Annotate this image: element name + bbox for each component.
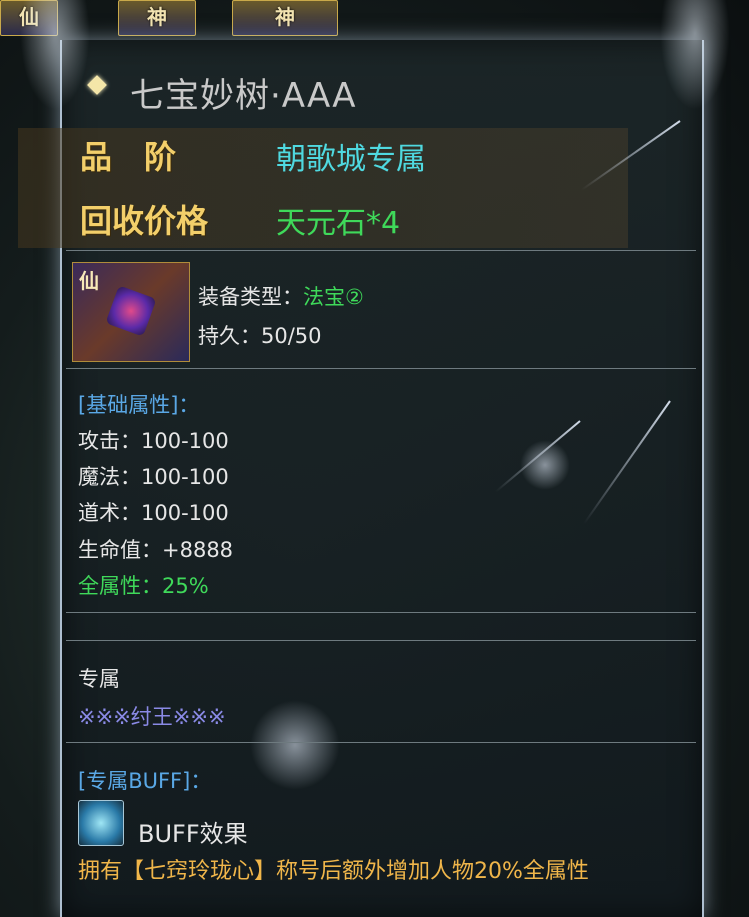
buff-header: [专属BUFF]：: [78, 769, 212, 793]
frame-dragon-right: [660, 0, 730, 110]
top-slot-2[interactable]: 神: [118, 0, 196, 36]
attr-row: 道术：100-100: [78, 501, 229, 525]
grade-value: 朝歌城专属: [276, 142, 426, 177]
item-icon-label: 仙: [79, 269, 99, 293]
durability: 持久：50/50: [198, 324, 322, 348]
light-glow: [250, 700, 340, 790]
attr-row: 攻击：100-100: [78, 429, 229, 453]
divider: [66, 250, 696, 251]
divider: [66, 612, 696, 613]
base-attrs-header: [基础属性]：: [78, 393, 200, 417]
divider: [66, 640, 696, 641]
recycle-value: 天元石*4: [276, 206, 401, 241]
attr-row: 生命值：+8888: [78, 538, 234, 562]
grade-label: 品 阶: [80, 138, 177, 176]
all-attr: 全属性：25%: [78, 574, 209, 598]
light-glow: [520, 440, 570, 490]
top-slot-3[interactable]: 神: [232, 0, 338, 36]
buff-name: BUFF效果: [138, 820, 248, 848]
item-icon: 仙: [72, 262, 190, 362]
recycle-label: 回收价格: [80, 202, 209, 240]
top-icon-strip: 仙 神 神: [0, 0, 749, 38]
buff-icon: [78, 800, 124, 846]
equip-type-value: 法宝②: [303, 285, 364, 309]
equip-type-label: 装备类型：: [198, 285, 303, 309]
top-slot-label: 神: [147, 5, 167, 29]
item-name: 七宝妙树·AAA: [130, 76, 357, 116]
gem-icon: [105, 285, 157, 337]
divider: [66, 742, 696, 743]
frame-dragon-left: [20, 0, 90, 110]
equip-type: 装备类型：法宝②: [198, 281, 364, 311]
buff-description: 拥有【七窍玲珑心】称号后额外增加人物20%全属性: [78, 859, 589, 884]
top-slot-label: 神: [275, 5, 295, 29]
attr-row: 魔法：100-100: [78, 465, 229, 489]
exclusive-owner: ※※※纣王※※※: [78, 705, 226, 729]
divider: [66, 368, 696, 369]
exclusive-header: 专属: [78, 667, 120, 691]
